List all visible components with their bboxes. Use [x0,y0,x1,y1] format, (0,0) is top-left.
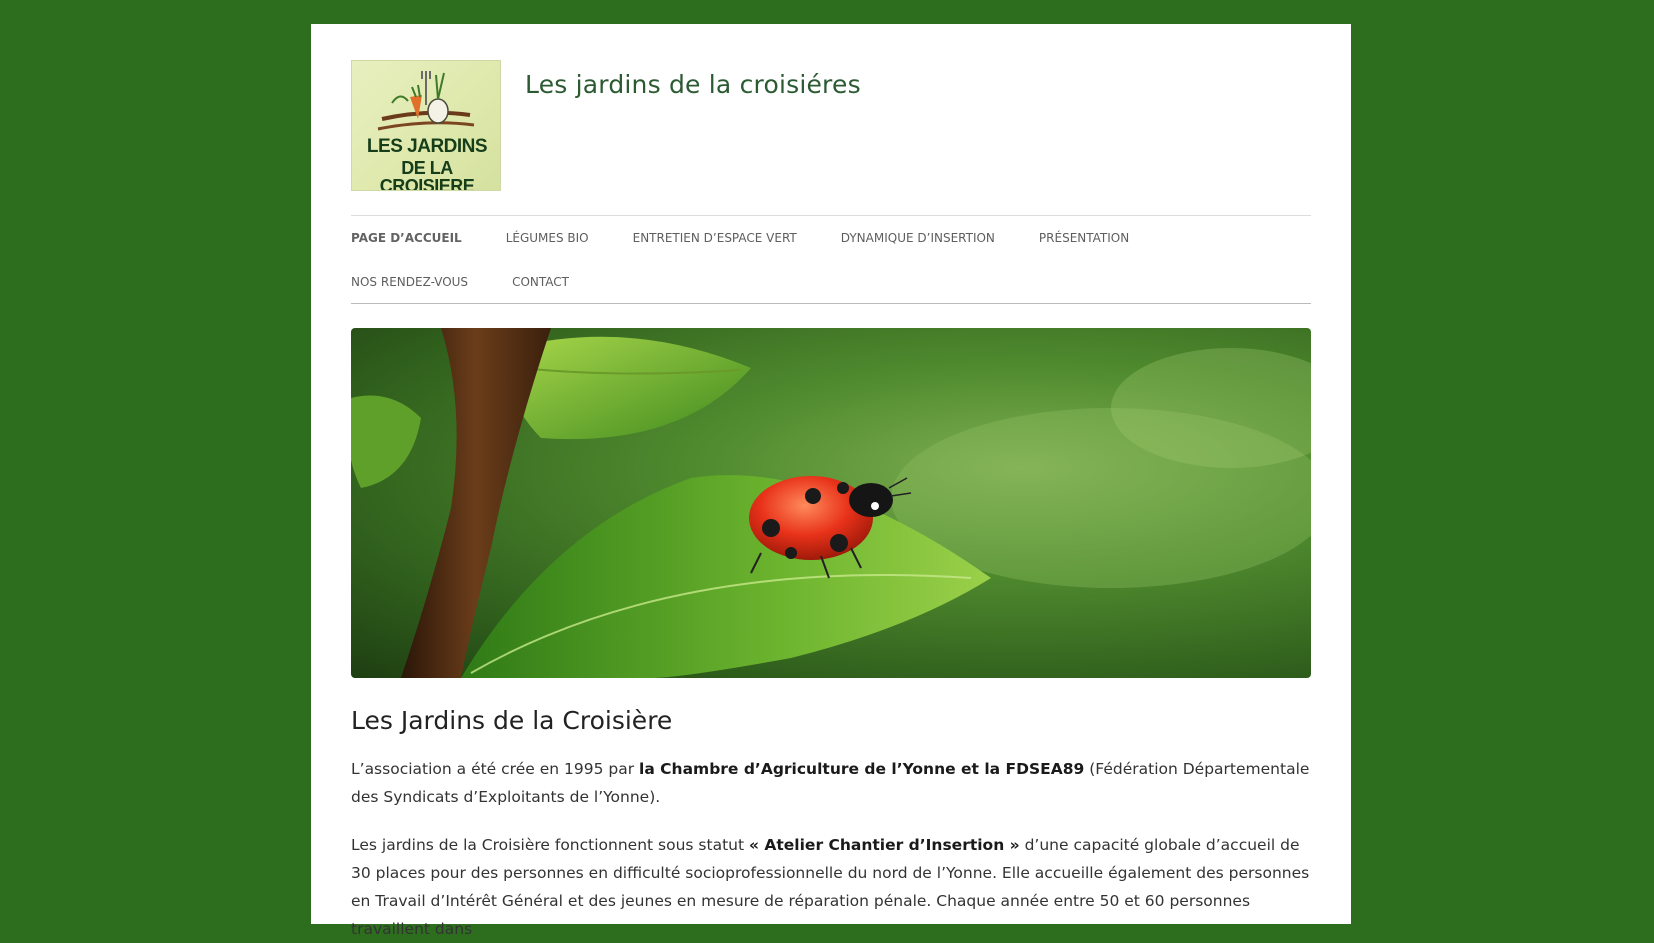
site-header: LES JARDINS DE LA CROISIERE Les jardins … [351,60,1311,215]
site-logo[interactable]: LES JARDINS DE LA CROISIERE [351,60,501,191]
site-title[interactable]: Les jardins de la croisiéres [525,70,861,99]
nav-item-legumes-bio[interactable]: Légumes Bio [506,222,589,266]
logo-text-line1: LES JARDINS [366,136,488,157]
p1-text-bold: la Chambre d’Agriculture de l’Yonne et l… [639,760,1085,778]
header-image [351,328,1311,678]
main-content: Les Jardins de la Croisière L’associatio… [351,706,1311,943]
p1-text-a: L’association a été crée en 1995 par [351,760,639,778]
ladybug-leaf-illustration [351,328,1311,678]
nav-item-entretien-espace-vert[interactable]: Entretien d’espace vert [633,222,797,266]
main-navigation: Page d’accueil Légumes Bio Entretien d’e… [351,215,1311,304]
paragraph-status: Les jardins de la Croisière fonctionnent… [351,831,1311,943]
logo-text-line2: DE LA CROISIERE [379,158,475,191]
page-container: LES JARDINS DE LA CROISIERE Les jardins … [311,24,1351,938]
nav-item-rendez-vous[interactable]: Nos rendez-vous [351,266,468,310]
paragraph-history: L’association a été crée en 1995 par la … [351,755,1311,811]
p2-text-a: Les jardins de la Croisière fonctionnent… [351,836,749,854]
nav-item-contact[interactable]: Contact [512,266,569,310]
nav-item-dynamique-insertion[interactable]: Dynamique d’insertion [841,222,995,266]
page-title: Les Jardins de la Croisière [351,706,673,735]
nav-item-presentation[interactable]: Présentation [1039,222,1129,266]
nav-item-home[interactable]: Page d’accueil [351,222,462,266]
p2-text-bold: « Atelier Chantier d’Insertion » [748,836,1020,854]
